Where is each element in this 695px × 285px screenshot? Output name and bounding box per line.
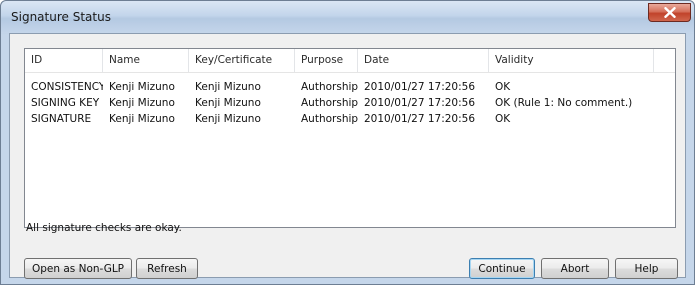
window-title: Signature Status (11, 10, 111, 24)
column-header-name[interactable]: Name (103, 49, 189, 72)
close-button[interactable] (648, 3, 691, 22)
cell-validity: OK (495, 81, 511, 93)
cell-name: Kenji Mizuno (109, 113, 175, 125)
cell-validity: OK (495, 113, 511, 125)
signature-list[interactable]: ID Name Key/Certificate Purpose Date Val… (24, 48, 676, 228)
column-header-id[interactable]: ID (25, 49, 103, 72)
continue-button[interactable]: Continue (469, 258, 535, 279)
cell-key-certificate: Kenji Mizuno (195, 81, 261, 93)
cell-key-certificate: Kenji Mizuno (195, 97, 261, 109)
cell-key-certificate: Kenji Mizuno (195, 113, 261, 125)
table-row[interactable]: SIGNATURE Kenji Mizuno Kenji Mizuno Auth… (25, 111, 675, 127)
status-message: All signature checks are okay. (26, 222, 182, 234)
cell-id: SIGNING KEY (31, 97, 100, 109)
abort-button[interactable]: Abort (541, 258, 609, 279)
dialog-body: ID Name Key/Certificate Purpose Date Val… (9, 33, 686, 279)
cell-purpose: Authorship (301, 81, 358, 93)
help-button[interactable]: Help (615, 258, 678, 279)
open-as-non-glp-button[interactable]: Open as Non-GLP (24, 258, 132, 279)
column-header-date[interactable]: Date (358, 49, 489, 72)
signature-status-window: Signature Status ID Name Key/Certificate… (0, 0, 695, 285)
column-header-key-certificate[interactable]: Key/Certificate (189, 49, 295, 72)
cell-date: 2010/01/27 17:20:56 (364, 81, 476, 93)
column-header-validity[interactable]: Validity (489, 49, 654, 72)
cell-purpose: Authorship (301, 113, 358, 125)
table-row[interactable]: CONSISTENCY Kenji Mizuno Kenji Mizuno Au… (25, 79, 675, 95)
title-bar[interactable]: Signature Status (1, 1, 694, 33)
cell-id: CONSISTENCY (31, 81, 103, 93)
cell-name: Kenji Mizuno (109, 97, 175, 109)
table-row[interactable]: SIGNING KEY Kenji Mizuno Kenji Mizuno Au… (25, 95, 675, 111)
cell-purpose: Authorship (301, 97, 358, 109)
cell-name: Kenji Mizuno (109, 81, 175, 93)
cell-date: 2010/01/27 17:20:56 (364, 97, 476, 109)
close-icon (663, 7, 676, 18)
cell-date: 2010/01/27 17:20:56 (364, 113, 476, 125)
column-header-purpose[interactable]: Purpose (295, 49, 358, 72)
cell-validity: OK (Rule 1: No comment.) (495, 97, 633, 109)
refresh-button[interactable]: Refresh (136, 258, 198, 279)
list-header: ID Name Key/Certificate Purpose Date Val… (25, 49, 675, 73)
cell-id: SIGNATURE (31, 113, 92, 125)
